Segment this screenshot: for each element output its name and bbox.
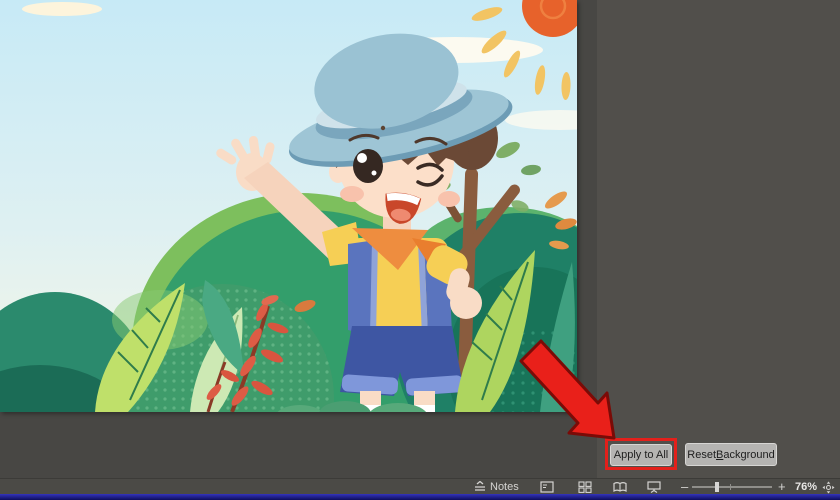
application-window: Solid fill Gradient fill Picture or text… [0, 0, 840, 500]
reset-background-button[interactable]: Reset Background [685, 443, 777, 466]
zoom-slider-handle[interactable] [715, 482, 719, 492]
zoom-slider[interactable] [692, 486, 772, 488]
slide-illustration [0, 0, 577, 412]
notes-icon[interactable] [473, 481, 487, 493]
zoom-in-button[interactable]: + [778, 479, 786, 494]
notes-button[interactable]: Notes [490, 481, 519, 493]
reading-view-icon[interactable] [613, 481, 627, 493]
status-bar: Notes – + 76% [0, 478, 840, 494]
zoom-out-button[interactable]: – [681, 479, 688, 494]
slide-canvas[interactable] [0, 0, 577, 412]
format-background-panel: Solid fill Gradient fill Picture or text… [597, 0, 840, 478]
taskbar-edge [0, 494, 840, 500]
zoom-level[interactable]: 76% [795, 481, 817, 493]
slide-show-icon[interactable] [647, 481, 661, 493]
fit-to-window-icon[interactable] [822, 481, 835, 494]
normal-view-icon[interactable] [540, 481, 554, 493]
red-highlight-box [605, 438, 677, 470]
slide-sorter-icon[interactable] [578, 481, 592, 493]
zoom-slider-midpoint [730, 484, 731, 490]
